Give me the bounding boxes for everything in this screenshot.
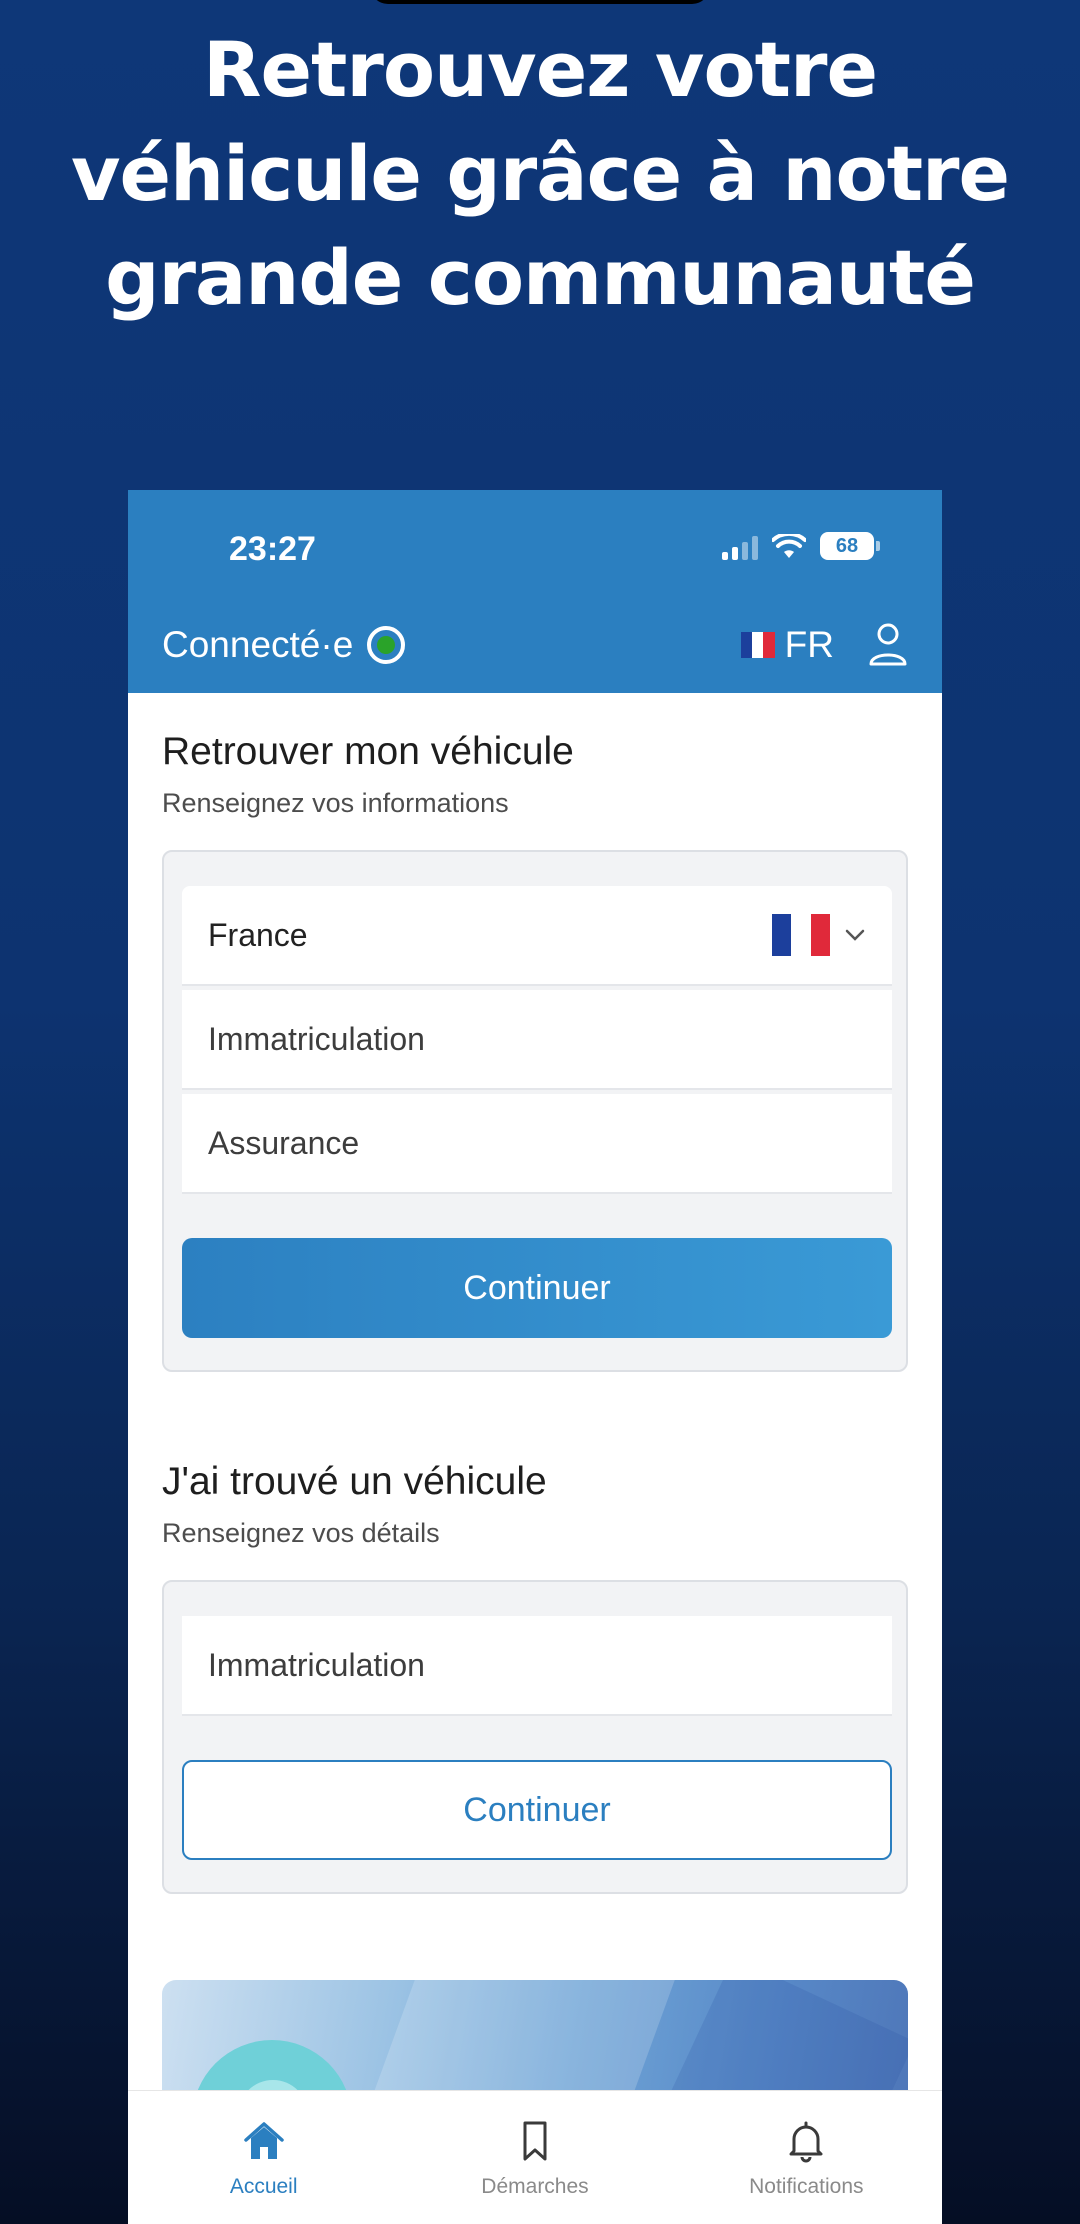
found-registration-input[interactable]: Immatriculation: [182, 1616, 892, 1716]
found-vehicle-title: J'ai trouvé un véhicule: [162, 1460, 547, 1503]
app-header: 23:27 68 Connecté·e FR: [128, 490, 942, 693]
tab-label: Accueil: [229, 2175, 298, 2198]
french-flag-icon: [772, 914, 830, 956]
battery-icon: 68: [820, 532, 880, 560]
promo-headline: Retrouvez votre véhicule grâce à notre g…: [0, 18, 1080, 330]
promo-line-2: véhicule grâce à notre: [70, 129, 1010, 218]
find-continue-button[interactable]: Continuer: [182, 1238, 892, 1338]
tab-label: Démarches: [481, 2175, 589, 2198]
home-icon: [243, 2122, 284, 2159]
app-screen: 23:27 68 Connecté·e FR Retrouver mon véh…: [128, 490, 942, 2224]
tab-accueil[interactable]: Accueil: [128, 2091, 399, 2224]
promo-line-1: Retrouvez votre: [202, 25, 878, 114]
registration-placeholder: Immatriculation: [208, 1020, 425, 1057]
country-value: France: [208, 916, 308, 953]
found-registration-placeholder: Immatriculation: [208, 1646, 425, 1683]
bookmark-icon: [523, 2121, 547, 2161]
device-notch: [370, 0, 710, 4]
connection-label: Connecté·e: [162, 624, 354, 665]
status-icons: 68: [722, 532, 880, 560]
profile-icon[interactable]: [868, 622, 908, 666]
tab-label: Notifications: [749, 2175, 864, 2198]
tab-notifications[interactable]: Notifications: [671, 2091, 942, 2224]
insurance-placeholder: Assurance: [208, 1124, 360, 1161]
french-flag-icon: [740, 632, 775, 658]
find-vehicle-subtitle: Renseignez vos informations: [162, 788, 509, 818]
country-select[interactable]: France: [182, 886, 892, 986]
insurance-input[interactable]: Assurance: [182, 1094, 892, 1194]
bottom-tab-bar: Accueil Démarches Notifications: [128, 2090, 942, 2224]
found-vehicle-card: Immatriculation Continuer: [162, 1580, 908, 1894]
tab-demarches[interactable]: Démarches: [399, 2091, 670, 2224]
promo-line-3: grande communauté: [105, 233, 976, 322]
found-continue-button[interactable]: Continuer: [182, 1760, 892, 1860]
language-selector[interactable]: FR: [740, 624, 834, 666]
language-label: FR: [784, 624, 834, 665]
registration-input[interactable]: Immatriculation: [182, 990, 892, 1090]
status-time: 23:27: [229, 530, 316, 568]
signal-icon: [722, 536, 758, 560]
bell-icon: [789, 2121, 823, 2163]
connected-status-icon: [367, 626, 406, 664]
chevron-down-icon: [845, 929, 865, 941]
connection-status: Connecté·e: [162, 624, 406, 666]
find-vehicle-title: Retrouver mon véhicule: [162, 730, 574, 773]
wifi-icon: [772, 534, 806, 558]
found-vehicle-subtitle: Renseignez vos détails: [162, 1518, 440, 1548]
find-vehicle-card: France Immatriculation Assurance Continu…: [162, 850, 908, 1372]
